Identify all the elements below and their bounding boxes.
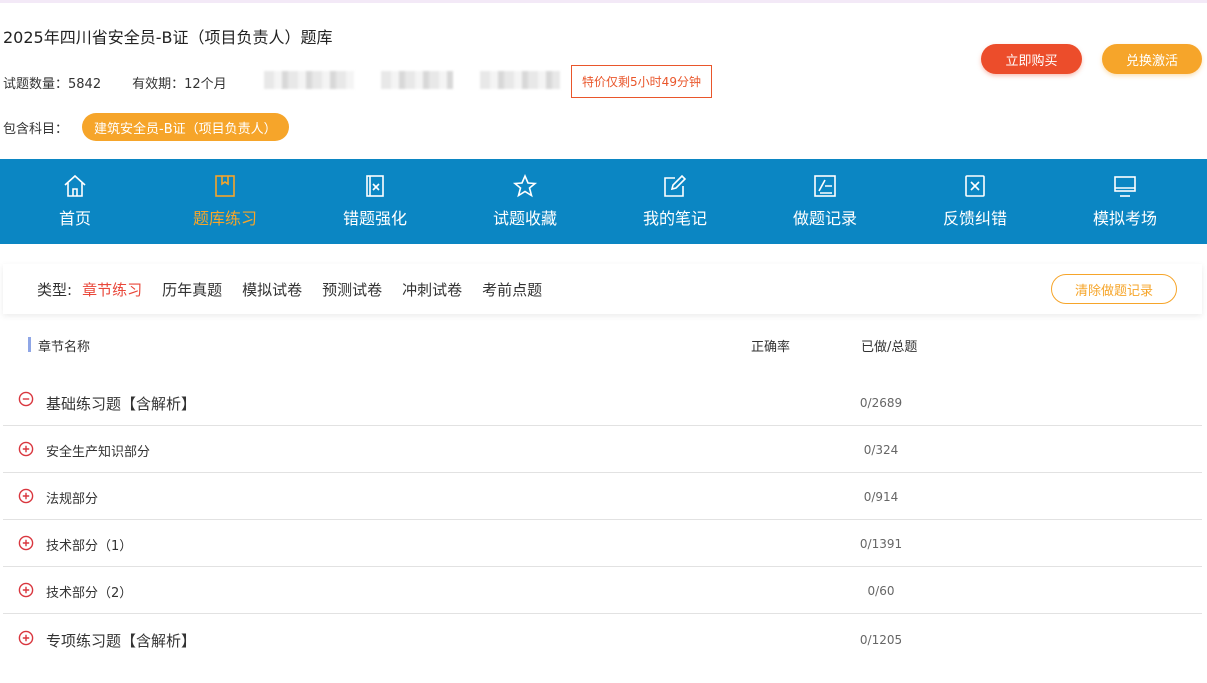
nav-item-feedback[interactable]: 反馈纠错	[900, 159, 1050, 244]
blurred-info	[381, 71, 453, 89]
col-chapter-name: 章节名称	[38, 340, 91, 355]
filter-mock-papers[interactable]: 模拟试卷	[242, 279, 302, 300]
validity-period: 有效期：12个月	[132, 77, 227, 92]
bank-meta: 试题数量：5842 有效期：12个月	[3, 73, 258, 92]
nav-item-records[interactable]: 做题记录	[750, 159, 900, 244]
buy-now-button[interactable]: 立即购买	[981, 44, 1082, 74]
filter-sprint-papers[interactable]: 冲刺试卷	[402, 279, 462, 300]
nav-item-question-bank[interactable]: 题库练习	[150, 159, 300, 244]
subjects-label: 包含科目：	[3, 122, 69, 137]
wrong-question-icon	[362, 173, 388, 199]
chapter-progress: 0/2689	[859, 396, 903, 410]
chapter-progress: 0/914	[863, 490, 899, 504]
chapter-name: 法规部分	[46, 492, 99, 507]
book-icon	[212, 173, 238, 199]
chapter-name: 技术部分（2）	[46, 586, 133, 601]
nav-label: 题库练习	[192, 209, 257, 228]
blurred-info	[264, 71, 354, 89]
star-icon	[512, 173, 538, 199]
edit-note-icon	[662, 173, 688, 199]
nav-label: 首页	[58, 209, 91, 228]
home-icon	[62, 173, 88, 199]
clear-records-button[interactable]: 清除做题记录	[1051, 274, 1177, 304]
top-accent-line	[0, 0, 1207, 3]
page-title: 2025年四川省安全员-B证（项目负责人）题库	[3, 28, 333, 47]
table-header: 章节名称 正确率 已做/总题	[28, 335, 1198, 355]
nav-label: 试题收藏	[492, 209, 557, 228]
col-progress: 已做/总题	[861, 340, 918, 355]
chapter-name: 安全生产知识部分	[46, 445, 151, 460]
nav-label: 模拟考场	[1092, 209, 1157, 228]
nav-item-notes[interactable]: 我的笔记	[600, 159, 750, 244]
table-row[interactable]: 安全生产知识部分 0/324	[3, 426, 1202, 473]
filter-label: 类型:	[37, 280, 73, 299]
filter-pre-exam-highlights[interactable]: 考前点题	[482, 279, 542, 300]
chapter-progress: 0/324	[863, 443, 899, 457]
promo-countdown: 特价仅剩5小时49分钟	[571, 65, 712, 98]
nav-label: 错题强化	[342, 209, 407, 228]
expand-icon[interactable]	[18, 441, 34, 457]
question-count: 试题数量：5842	[3, 77, 102, 92]
subject-pill[interactable]: 建筑安全员-B证（项目负责人）	[82, 113, 289, 141]
redeem-button[interactable]: 兑换激活	[1102, 44, 1202, 74]
table-row[interactable]: 技术部分（2） 0/60	[3, 567, 1202, 614]
table-row[interactable]: 法规部分 0/914	[3, 473, 1202, 520]
filter-predicted-papers[interactable]: 预测试卷	[322, 279, 382, 300]
chapter-progress: 0/1205	[859, 633, 903, 647]
expand-icon[interactable]	[18, 582, 34, 598]
record-icon	[812, 173, 838, 199]
filter-chapter-practice[interactable]: 章节练习	[82, 279, 142, 300]
chapter-progress: 0/1391	[859, 537, 903, 551]
nav-item-wrong-questions[interactable]: 错题强化	[300, 159, 450, 244]
main-nav: 首页 题库练习 错题强化 试题收藏 我的笔记 做题记录 反馈纠错 模拟考场	[0, 159, 1207, 244]
filter-past-exams[interactable]: 历年真题	[162, 279, 222, 300]
monitor-icon	[1112, 173, 1138, 199]
table-row[interactable]: 技术部分（1） 0/1391	[3, 520, 1202, 567]
expand-icon[interactable]	[18, 488, 34, 504]
expand-icon[interactable]	[18, 535, 34, 551]
type-filter-bar: 类型: 章节练习 历年真题 模拟试卷 预测试卷 冲刺试卷 考前点题 清除做题记录	[3, 264, 1202, 314]
nav-label: 做题记录	[792, 209, 857, 228]
nav-item-mock-exam[interactable]: 模拟考场	[1050, 159, 1200, 244]
chapter-progress: 0/60	[867, 584, 895, 598]
collapse-icon[interactable]	[18, 391, 34, 407]
chapter-name: 专项练习题【含解析】	[46, 632, 197, 650]
nav-label: 我的笔记	[642, 209, 707, 228]
header-marker	[28, 337, 31, 352]
blurred-info	[480, 71, 560, 89]
nav-item-favorites[interactable]: 试题收藏	[450, 159, 600, 244]
table-row[interactable]: 基础练习题【含解析】 0/2689	[3, 379, 1202, 426]
chapter-name: 基础练习题【含解析】	[46, 395, 197, 413]
expand-icon[interactable]	[18, 630, 34, 646]
nav-item-home[interactable]: 首页	[0, 159, 150, 244]
feedback-icon	[962, 173, 988, 199]
nav-label: 反馈纠错	[942, 209, 1007, 228]
table-row[interactable]: 专项练习题【含解析】 0/1205	[3, 614, 1202, 661]
chapter-name: 技术部分（1）	[46, 539, 133, 554]
col-accuracy: 正确率	[751, 340, 791, 355]
